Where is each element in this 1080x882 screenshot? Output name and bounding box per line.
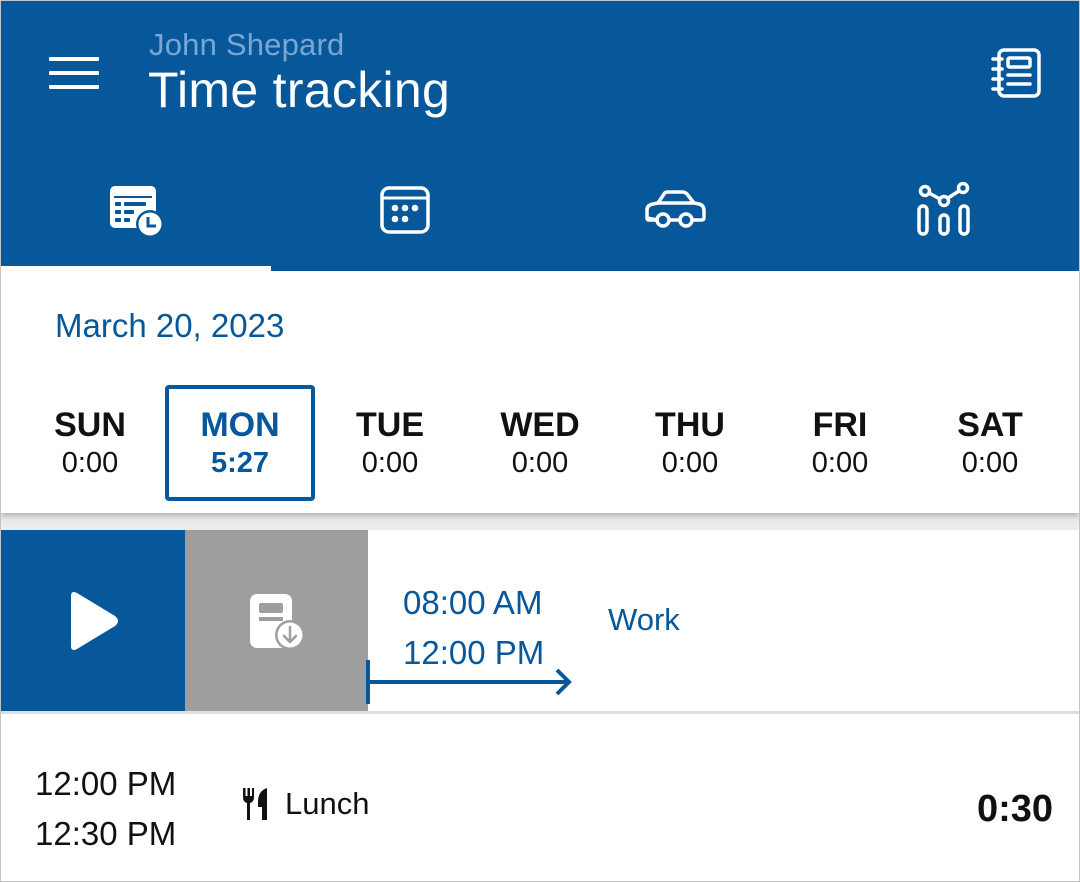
day-total: 0:00 xyxy=(361,447,419,479)
entry-type: Work xyxy=(608,602,680,637)
statistics-chart-icon xyxy=(917,182,970,236)
tab-mileage[interactable] xyxy=(540,151,810,271)
tab-bar xyxy=(1,151,1079,271)
day-wed[interactable]: WED 0:00 xyxy=(465,385,615,501)
day-name: SUN xyxy=(54,406,126,444)
time-entry-work[interactable]: 08:00 AM 12:00 PM Work xyxy=(1,530,1079,714)
day-name: WED xyxy=(500,406,580,444)
notebook-icon[interactable] xyxy=(986,45,1044,103)
export-button[interactable] xyxy=(185,530,368,711)
app-window: John Shepard Time tracking March 20, 202… xyxy=(0,0,1080,882)
document-download-icon xyxy=(249,593,305,650)
car-icon xyxy=(645,190,706,228)
time-entry-lunch[interactable]: 12:00 PM 12:30 PM Lunch 0:30 xyxy=(1,714,1079,881)
day-mon[interactable]: MON 5:27 xyxy=(165,385,315,501)
day-total: 0:00 xyxy=(661,447,719,479)
day-fri[interactable]: FRI 0:00 xyxy=(765,385,915,501)
day-name: THU xyxy=(655,406,725,444)
hamburger-menu-icon[interactable] xyxy=(47,51,101,95)
ongoing-arrow-icon xyxy=(366,660,572,704)
day-total: 0:00 xyxy=(511,447,569,479)
end-time: 12:30 PM xyxy=(35,815,177,852)
tab-calendar[interactable] xyxy=(271,151,541,271)
play-icon xyxy=(71,591,118,650)
calendar-icon xyxy=(380,186,430,234)
user-name: John Shepard xyxy=(149,27,345,62)
day-sun[interactable]: SUN 0:00 xyxy=(15,385,165,501)
day-sat[interactable]: SAT 0:00 xyxy=(915,385,1065,501)
day-name: SAT xyxy=(957,406,1023,444)
weekday-selector: SUN 0:00 MON 5:27 TUE 0:00 WED 0:00 THU 0:00 … xyxy=(15,385,1065,501)
day-total: 0:00 xyxy=(961,447,1019,479)
selected-date[interactable]: March 20, 2023 xyxy=(55,307,284,345)
start-time: 12:00 PM xyxy=(35,765,177,802)
day-name: MON xyxy=(200,406,280,444)
day-total: 0:00 xyxy=(811,447,869,479)
day-name: FRI xyxy=(812,406,868,444)
play-button[interactable] xyxy=(1,530,185,711)
fork-knife-icon xyxy=(243,788,267,820)
day-total: 5:27 xyxy=(210,447,270,479)
page-title: Time tracking xyxy=(148,62,451,118)
start-time: 08:00 AM xyxy=(403,584,543,621)
day-thu[interactable]: THU 0:00 xyxy=(615,385,765,501)
app-bar: John Shepard Time tracking xyxy=(1,1,1079,271)
lunch-time-range: 12:00 PM 12:30 PM xyxy=(35,759,176,859)
day-name: TUE xyxy=(356,406,424,444)
entry-duration: 0:30 xyxy=(976,788,1053,830)
entry-type-label: Lunch xyxy=(241,786,369,822)
week-overview: March 20, 2023 SUN 0:00 MON 5:27 TUE 0:00 W… xyxy=(1,271,1079,513)
tab-timesheet[interactable] xyxy=(1,151,271,271)
tab-statistics[interactable] xyxy=(810,151,1080,271)
timesheet-clock-icon xyxy=(109,186,164,238)
day-total: 0:00 xyxy=(61,447,119,479)
entry-type: Lunch xyxy=(285,786,370,821)
day-tue[interactable]: TUE 0:00 xyxy=(315,385,465,501)
